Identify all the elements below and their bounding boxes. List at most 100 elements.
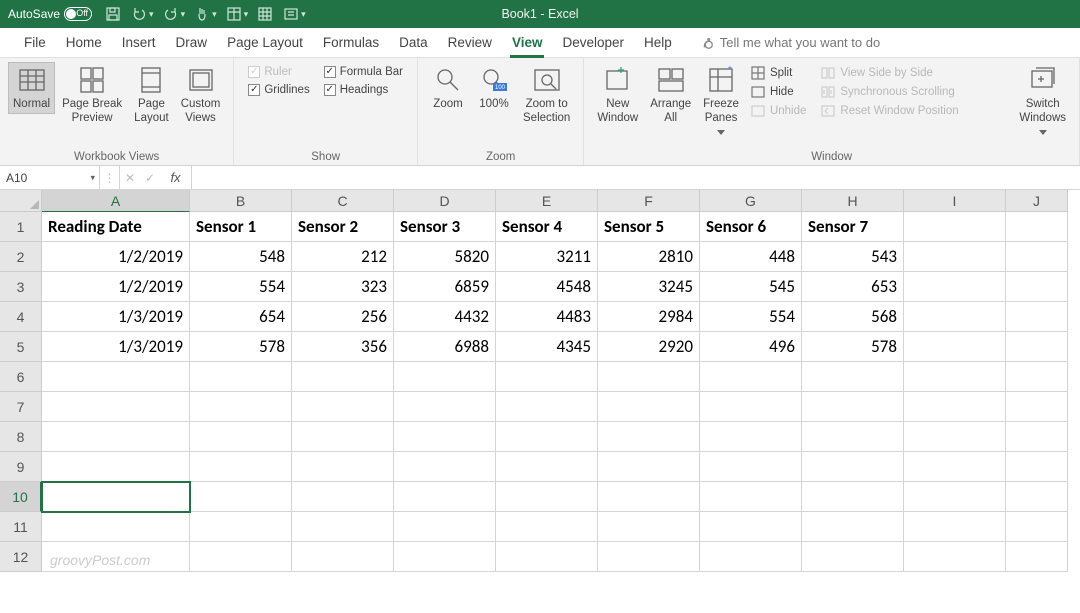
cell[interactable] [1006,212,1068,242]
cell[interactable]: 653 [802,272,904,302]
cell[interactable] [496,542,598,572]
cell[interactable]: 578 [802,332,904,362]
cell[interactable] [292,422,394,452]
cell[interactable]: 543 [802,242,904,272]
cell[interactable]: 3245 [598,272,700,302]
save-icon[interactable] [102,3,124,25]
column-header[interactable]: I [904,190,1006,212]
cell[interactable]: 496 [700,332,802,362]
gridlines-checkbox[interactable]: ✓Gridlines [248,84,309,96]
cell[interactable] [496,452,598,482]
cell[interactable] [904,302,1006,332]
cell[interactable] [802,422,904,452]
cell[interactable] [496,362,598,392]
cell[interactable] [496,392,598,422]
cell[interactable] [904,332,1006,362]
tab-developer[interactable]: Developer [552,28,634,58]
cell[interactable] [598,512,700,542]
row-header[interactable]: 3 [0,272,42,302]
cell[interactable] [190,512,292,542]
cell[interactable] [1006,242,1068,272]
cell[interactable] [700,482,802,512]
cell[interactable]: 568 [802,302,904,332]
cell[interactable] [802,392,904,422]
normal-view-button[interactable]: Normal [8,62,55,114]
undo-dropdown[interactable]: ▾ [149,9,154,20]
column-header[interactable]: B [190,190,292,212]
cell[interactable]: 4483 [496,302,598,332]
tab-formulas[interactable]: Formulas [313,28,389,58]
undo-icon[interactable] [128,3,150,25]
row-header[interactable]: 9 [0,452,42,482]
column-header[interactable]: C [292,190,394,212]
headings-checkbox[interactable]: ✓Headings [324,84,403,96]
cell[interactable] [904,272,1006,302]
cell[interactable]: Sensor 4 [496,212,598,242]
tab-draw[interactable]: Draw [166,28,218,58]
tab-view[interactable]: View [502,28,553,58]
autosave-control[interactable]: AutoSave Off [8,7,92,21]
qat-icon-2[interactable] [254,3,276,25]
cell[interactable] [292,482,394,512]
select-all-corner[interactable] [0,190,42,212]
qat-icon-3[interactable] [280,3,302,25]
cell[interactable] [802,482,904,512]
cell[interactable] [394,512,496,542]
row-header[interactable]: 1 [0,212,42,242]
row-header[interactable]: 8 [0,422,42,452]
zoom-100-button[interactable]: 100 100% [472,62,516,114]
cell[interactable] [42,452,190,482]
redo-icon[interactable] [160,3,182,25]
cell[interactable] [292,392,394,422]
cell[interactable]: Sensor 3 [394,212,496,242]
tab-data[interactable]: Data [389,28,438,58]
touch-mode-icon[interactable] [191,3,213,25]
cell[interactable] [292,362,394,392]
cell[interactable] [292,542,394,572]
cell[interactable] [190,392,292,422]
cell[interactable] [904,452,1006,482]
row-header[interactable]: 11 [0,512,42,542]
cell[interactable]: 654 [190,302,292,332]
cell[interactable] [292,512,394,542]
cell[interactable] [190,362,292,392]
cell[interactable] [904,242,1006,272]
cell[interactable]: 212 [292,242,394,272]
tab-insert[interactable]: Insert [112,28,166,58]
cell[interactable]: Sensor 7 [802,212,904,242]
cell[interactable] [598,362,700,392]
cell[interactable] [1006,482,1068,512]
cell[interactable]: 1/2/2019 [42,272,190,302]
cell[interactable] [394,542,496,572]
row-header[interactable]: 7 [0,392,42,422]
formula-input[interactable] [192,166,1080,189]
cell[interactable] [802,512,904,542]
cell[interactable]: 4432 [394,302,496,332]
cell[interactable] [802,542,904,572]
cell[interactable] [1006,392,1068,422]
cell[interactable] [598,482,700,512]
column-header[interactable]: A [42,190,190,212]
cell[interactable]: 256 [292,302,394,332]
cell[interactable] [42,422,190,452]
cell[interactable] [42,392,190,422]
row-header[interactable]: 10 [0,482,42,512]
cell[interactable]: 6859 [394,272,496,302]
cell[interactable] [1006,332,1068,362]
cell[interactable] [904,482,1006,512]
cell[interactable] [598,392,700,422]
name-box[interactable]: A10▾ [0,166,100,189]
cell[interactable] [190,482,292,512]
chevron-down-icon[interactable]: ▾ [90,172,95,183]
row-header[interactable]: 6 [0,362,42,392]
page-break-preview-button[interactable]: Page Break Preview [57,62,127,128]
cell[interactable] [904,212,1006,242]
cell[interactable] [394,392,496,422]
cell[interactable] [1006,542,1068,572]
formula-bar-checkbox[interactable]: ✓Formula Bar [324,66,403,78]
cell[interactable] [42,362,190,392]
cell[interactable] [904,542,1006,572]
cell[interactable] [1006,272,1068,302]
cell[interactable] [394,422,496,452]
cell[interactable]: 578 [190,332,292,362]
